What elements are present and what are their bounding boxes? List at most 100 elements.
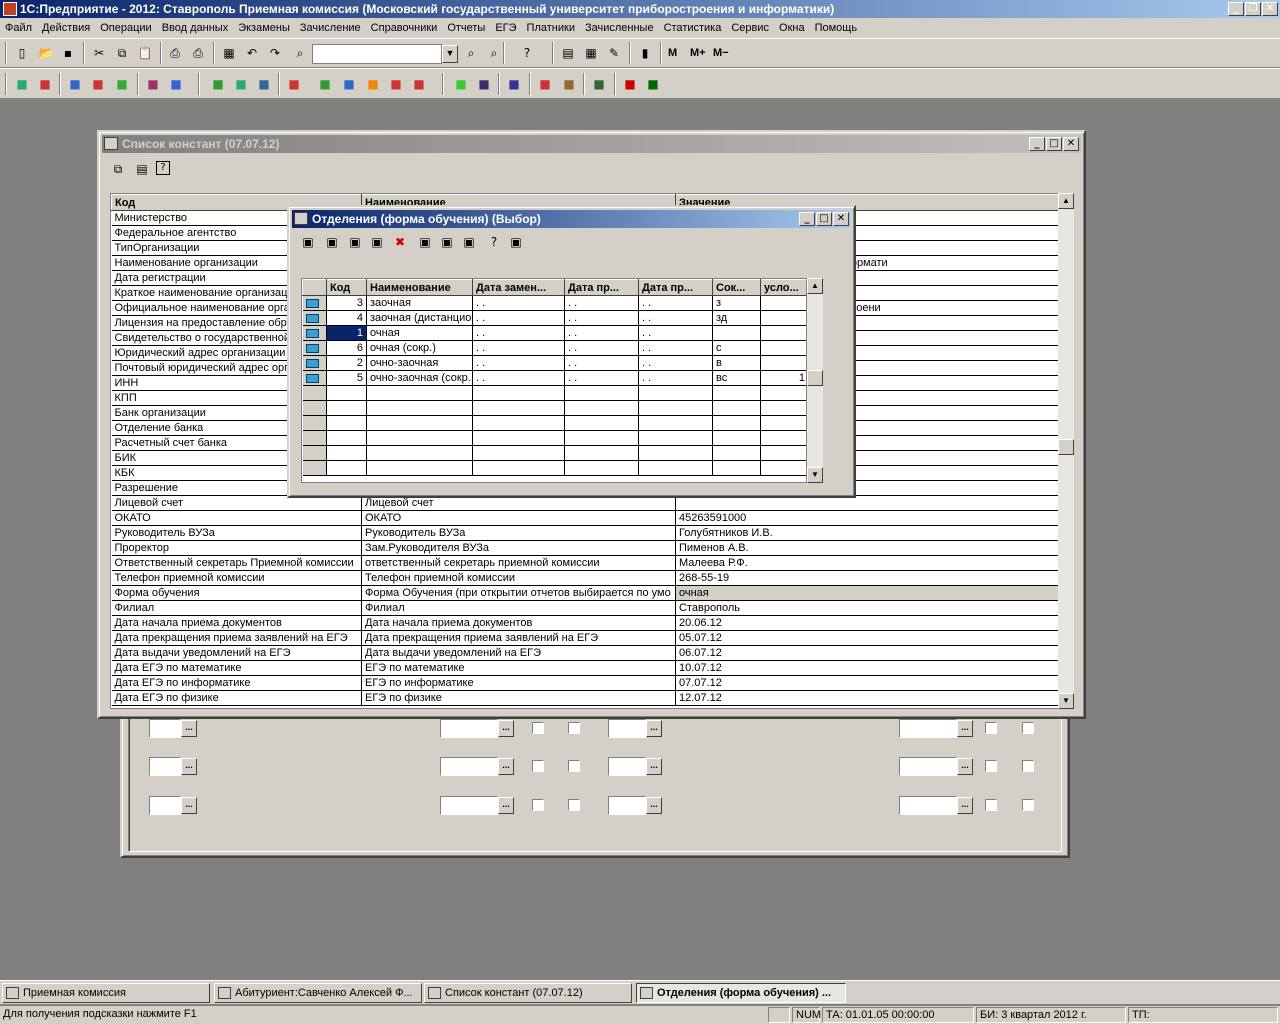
- search-input[interactable]: [312, 44, 442, 64]
- delete-icon[interactable]: ✖: [392, 234, 408, 250]
- checkbox[interactable]: [568, 722, 580, 734]
- checkbox[interactable]: [1022, 722, 1034, 734]
- undo-icon[interactable]: ↶: [244, 45, 260, 61]
- help-icon[interactable]: ?: [486, 234, 502, 250]
- book-open-icon[interactable]: ■: [168, 76, 184, 92]
- menu-item-6[interactable]: Справочники: [366, 18, 443, 38]
- taskbar-item-2[interactable]: Список констант (07.07.12): [424, 983, 632, 1003]
- form-field[interactable]: [899, 757, 957, 776]
- field-select-button[interactable]: ...: [646, 797, 662, 814]
- book-icon[interactable]: ▮: [637, 45, 653, 61]
- tree-icon[interactable]: ■: [256, 76, 272, 92]
- find-icon[interactable]: ▣: [347, 234, 363, 250]
- scroll-up-button[interactable]: ▲: [807, 278, 823, 294]
- table-row[interactable]: Телефон приемной комиссии Телефон приемно…: [111, 570, 1059, 586]
- paste-icon[interactable]: 📋: [137, 45, 153, 61]
- save-icon[interactable]: ▪: [60, 45, 76, 61]
- table-row[interactable]: 4 заочная (дистанцио . . . . . . зд: [302, 310, 806, 326]
- new-doc-icon[interactable]: ▯: [14, 45, 30, 61]
- memory-button-0[interactable]: M: [668, 47, 677, 59]
- up-arrow-icon[interactable]: ■: [388, 76, 404, 92]
- table-row[interactable]: 1 очная . . . . . .: [302, 325, 806, 341]
- menu-item-4[interactable]: Экзамены: [233, 18, 295, 38]
- scroll-thumb[interactable]: [807, 370, 823, 386]
- checkbox[interactable]: [985, 799, 997, 811]
- field-select-button[interactable]: ...: [181, 758, 197, 775]
- journal-icon[interactable]: ■: [145, 76, 161, 92]
- help-icon[interactable]: ?: [519, 45, 535, 61]
- menu-item-1[interactable]: Действия: [37, 18, 95, 38]
- departments-minimize-button[interactable]: _: [799, 212, 815, 226]
- table-row[interactable]: Форма обучения Форма Обучения (при открыт…: [111, 585, 1059, 601]
- checkbox[interactable]: [985, 722, 997, 734]
- dept-col-header[interactable]: усло...: [760, 279, 806, 296]
- checkbox[interactable]: [568, 799, 580, 811]
- rainbow-icon[interactable]: ■: [365, 76, 381, 92]
- constants-scrollbar[interactable]: ▲ ▼: [1058, 193, 1074, 709]
- taskbar-item-3[interactable]: Отделения (форма обучения) ...: [636, 983, 846, 1003]
- exclaim-icon[interactable]: ■: [622, 76, 638, 92]
- hierarchy-icon[interactable]: ▣: [417, 234, 433, 250]
- menu-item-5[interactable]: Зачисление: [295, 18, 366, 38]
- select-icon[interactable]: ▣: [508, 234, 524, 250]
- checkbox[interactable]: [532, 760, 544, 772]
- table-row[interactable]: Дата ЕГЭ по информатике ЕГЭ по информатик…: [111, 675, 1059, 691]
- table-row[interactable]: Дата ЕГЭ по физике ЕГЭ по физике 12.07.12: [111, 690, 1059, 706]
- table-row[interactable]: Дата начала приема документов Дата начала…: [111, 615, 1059, 631]
- table-row[interactable]: Дата выдачи уведомлений на ЕГЭ Дата выдач…: [111, 645, 1059, 661]
- table-row[interactable]: Дата ЕГЭ по математике ЕГЭ по математике 1…: [111, 660, 1059, 676]
- find-next-icon[interactable]: ⌕: [463, 45, 479, 61]
- search-people-icon[interactable]: ■: [210, 76, 226, 92]
- calc-icon[interactable]: ▦: [221, 45, 237, 61]
- field-select-button[interactable]: ...: [957, 758, 973, 775]
- constants-maximize-button[interactable]: □: [1046, 137, 1062, 151]
- table-row[interactable]: Ответственный секретарь Приемной комисси…: [111, 555, 1059, 571]
- table-row[interactable]: 2 очно-заочная . . . . . .в: [302, 355, 806, 371]
- find-replace-icon[interactable]: ⌕: [486, 45, 502, 61]
- table-row[interactable]: Руководитель ВУЗа Руководитель ВУЗа Голубя…: [111, 525, 1059, 541]
- dept-col-header[interactable]: Сок...: [712, 279, 761, 296]
- copy-icon[interactable]: ⧉: [114, 45, 130, 61]
- departments-scrollbar[interactable]: ▲ ▼: [807, 278, 823, 483]
- form-field[interactable]: [899, 796, 957, 815]
- menu-item-12[interactable]: Сервис: [726, 18, 774, 38]
- checkbox[interactable]: [1022, 760, 1034, 772]
- field-select-button[interactable]: ...: [181, 797, 197, 814]
- globe-icon[interactable]: ■: [14, 76, 30, 92]
- calendar-icon[interactable]: ▦: [583, 45, 599, 61]
- menu-item-3[interactable]: Ввод данных: [157, 18, 234, 38]
- constants-minimize-button[interactable]: _: [1029, 137, 1045, 151]
- taskbar-item-1[interactable]: Абитуриент:Савченко Алексей Ф...: [214, 983, 422, 1003]
- checkbox[interactable]: [1022, 799, 1034, 811]
- form-field[interactable]: [149, 719, 181, 738]
- form-field[interactable]: [149, 757, 181, 776]
- scroll-up-button[interactable]: ▲: [1058, 193, 1074, 209]
- clock-icon[interactable]: ■: [90, 76, 106, 92]
- help-icon[interactable]: ?: [156, 161, 170, 175]
- dept-col-header[interactable]: Наименование: [366, 279, 473, 296]
- print-icon[interactable]: ▤: [134, 161, 150, 177]
- scroll-down-button[interactable]: ▼: [807, 467, 823, 483]
- dept-col-header[interactable]: Дата пр...: [564, 279, 639, 296]
- constants-close-button[interactable]: ✕: [1063, 137, 1079, 151]
- taskbar-item-0[interactable]: Приемная комиссия: [2, 983, 210, 1003]
- report-icon[interactable]: ✎: [606, 45, 622, 61]
- table-row[interactable]: ОКАТО ОКАТО 45263591000: [111, 510, 1059, 526]
- cut-person-icon[interactable]: ■: [286, 76, 302, 92]
- form-field[interactable]: [608, 719, 646, 738]
- field-select-button[interactable]: ...: [957, 720, 973, 737]
- table-row[interactable]: Проректор Зам.Руководителя ВУЗа Пименов А.…: [111, 540, 1059, 556]
- memory-button-2[interactable]: M−: [713, 47, 729, 59]
- check-icon[interactable]: ■: [645, 76, 661, 92]
- checkbox[interactable]: [985, 760, 997, 772]
- table-row[interactable]: 6 очная (сокр.) . . . . . .с: [302, 340, 806, 356]
- group-icon[interactable]: ■: [233, 76, 249, 92]
- menu-item-13[interactable]: Окна: [774, 18, 810, 38]
- form-field[interactable]: [440, 796, 498, 815]
- restore-button[interactable]: ❐: [1245, 2, 1261, 16]
- bar-chart-icon[interactable]: ■: [506, 76, 522, 92]
- menu-item-10[interactable]: Зачисленные: [580, 18, 659, 38]
- calculator-icon[interactable]: ▤: [560, 45, 576, 61]
- org-icon[interactable]: ■: [561, 76, 577, 92]
- menu-item-0[interactable]: Файл: [0, 18, 37, 38]
